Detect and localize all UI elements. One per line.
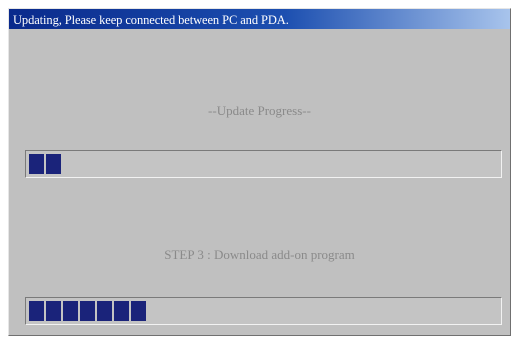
progress-block	[80, 301, 95, 321]
progress-block	[63, 301, 78, 321]
window-title: Updating, Please keep connected between …	[13, 13, 289, 27]
progress-block	[29, 154, 44, 174]
update-progress-label: --Update Progress--	[208, 103, 311, 118]
progress-block	[46, 301, 61, 321]
title-bar[interactable]: Updating, Please keep connected between …	[9, 9, 510, 29]
step-progress-fill	[29, 301, 146, 321]
progress-block	[46, 154, 61, 174]
step-progress-bar	[25, 297, 502, 325]
progress-block	[29, 301, 44, 321]
progress-block	[131, 301, 146, 321]
progress-block	[97, 301, 112, 321]
overall-progress-fill	[29, 154, 61, 174]
progress-block	[114, 301, 129, 321]
update-window: Updating, Please keep connected between …	[8, 8, 511, 336]
step-label: STEP 3 : Download add-on program	[164, 247, 355, 262]
overall-progress-bar	[25, 150, 502, 178]
